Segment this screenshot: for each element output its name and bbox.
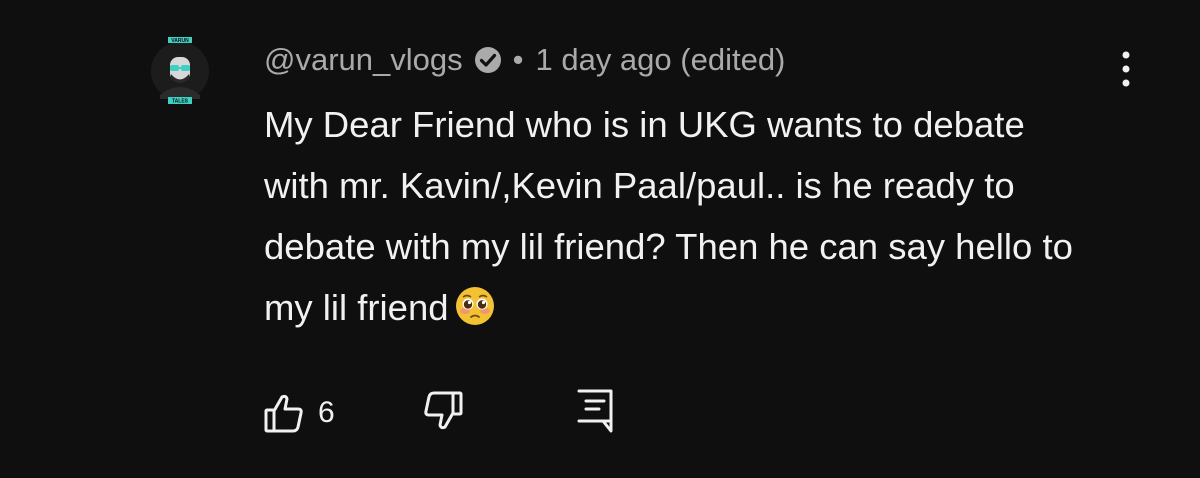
avatar-badge-top: VARUN (171, 38, 189, 44)
reply-comment-icon (577, 389, 613, 432)
thumbs-up-icon (264, 394, 303, 433)
channel-avatar[interactable]: VARUN TALES (150, 35, 210, 105)
header-separator: • (512, 42, 524, 77)
dislike-button[interactable] (421, 389, 465, 438)
comment-text: My Dear Friend who is in UKG wants to de… (264, 104, 1073, 328)
comment-header: @varun_vlogs • 1 day ago (edited) (264, 38, 785, 82)
comment-body: My Dear Friend who is in UKG wants to de… (264, 94, 1084, 338)
author-handle[interactable]: @varun_vlogs (264, 42, 463, 78)
more-options-button[interactable] (1110, 44, 1142, 94)
avatar-badge-bottom: TALES (172, 99, 189, 105)
verified-check-icon (473, 45, 503, 75)
more-vertical-icon (1122, 51, 1130, 87)
comment-actions: 6 (262, 388, 617, 438)
thumbs-down-icon (424, 391, 463, 429)
like-button[interactable]: 6 (262, 391, 335, 435)
pleading-face-emoji (455, 283, 495, 325)
comment-timestamp[interactable]: 1 day ago (edited) (535, 42, 785, 78)
like-count: 6 (318, 396, 335, 429)
reply-button[interactable] (573, 387, 617, 440)
